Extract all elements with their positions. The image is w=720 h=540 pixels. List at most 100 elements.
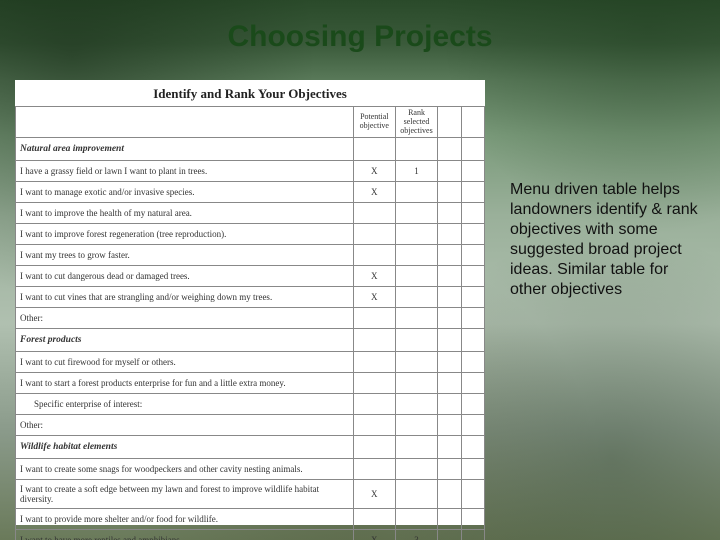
- row-desc: I want to create a soft edge between my …: [16, 480, 354, 509]
- empty-cell: [438, 182, 461, 203]
- empty-cell: [461, 287, 484, 308]
- empty-cell: [438, 373, 461, 394]
- empty-cell: [438, 436, 461, 459]
- empty-cell: [438, 530, 461, 540]
- table-row: I want to improve the health of my natur…: [16, 203, 485, 224]
- empty-cell: [353, 329, 395, 352]
- empty-cell: [461, 161, 484, 182]
- row-desc: I want to improve the health of my natur…: [16, 203, 354, 224]
- empty-cell: [438, 352, 461, 373]
- row-potential: [353, 373, 395, 394]
- empty-cell: [461, 245, 484, 266]
- col-header-potential: Potential objective: [353, 107, 395, 138]
- empty-cell: [438, 480, 461, 509]
- row-desc: I want to have more reptiles and amphibi…: [16, 530, 354, 540]
- empty-cell: [461, 352, 484, 373]
- table-row: I want to cut dangerous dead or damaged …: [16, 266, 485, 287]
- slide: Choosing Projects Identify and Rank Your…: [0, 0, 720, 540]
- row-potential: [353, 352, 395, 373]
- table-row: I have a grassy field or lawn I want to …: [16, 161, 485, 182]
- row-potential: X: [353, 530, 395, 540]
- empty-cell: [461, 373, 484, 394]
- row-rank: [395, 415, 437, 436]
- row-rank: [395, 182, 437, 203]
- row-desc: I want to cut dangerous dead or damaged …: [16, 266, 354, 287]
- row-potential: X: [353, 287, 395, 308]
- table-row: Other:: [16, 415, 485, 436]
- section-row: Natural area improvement: [16, 138, 485, 161]
- table-row: I want to manage exotic and/or invasive …: [16, 182, 485, 203]
- table-row: I want to create a soft edge between my …: [16, 480, 485, 509]
- empty-cell: [461, 224, 484, 245]
- row-potential: [353, 308, 395, 329]
- row-rank: [395, 509, 437, 530]
- empty-cell: [395, 329, 437, 352]
- empty-cell: [461, 459, 484, 480]
- page-title: Choosing Projects: [0, 20, 720, 54]
- empty-cell: [461, 266, 484, 287]
- objectives-table: Potential objective Rank selected object…: [15, 106, 485, 540]
- row-desc: I want to improve forest regeneration (t…: [16, 224, 354, 245]
- empty-cell: [438, 245, 461, 266]
- row-rank: [395, 459, 437, 480]
- empty-cell: [438, 459, 461, 480]
- table-row: I want to provide more shelter and/or fo…: [16, 509, 485, 530]
- empty-cell: [438, 138, 461, 161]
- empty-cell: [461, 138, 484, 161]
- empty-cell: [461, 436, 484, 459]
- section-name: Forest products: [16, 329, 354, 352]
- table-row: I want to start a forest products enterp…: [16, 373, 485, 394]
- table-row: I want to cut vines that are strangling …: [16, 287, 485, 308]
- row-rank: [395, 203, 437, 224]
- row-potential: X: [353, 161, 395, 182]
- row-desc: I want to manage exotic and/or invasive …: [16, 182, 354, 203]
- row-desc: Other:: [16, 308, 354, 329]
- row-desc: I want to create some snags for woodpeck…: [16, 459, 354, 480]
- empty-cell: [461, 203, 484, 224]
- empty-cell: [438, 161, 461, 182]
- empty-cell: [461, 480, 484, 509]
- table-header-row: Potential objective Rank selected object…: [16, 107, 485, 138]
- empty-cell: [438, 287, 461, 308]
- row-potential: [353, 459, 395, 480]
- section-name: Natural area improvement: [16, 138, 354, 161]
- empty-cell: [438, 415, 461, 436]
- row-potential: X: [353, 480, 395, 509]
- row-rank: 1: [395, 161, 437, 182]
- row-rank: [395, 308, 437, 329]
- table-row: I want to improve forest regeneration (t…: [16, 224, 485, 245]
- empty-cell: [438, 266, 461, 287]
- empty-cell: [461, 415, 484, 436]
- row-rank: [395, 394, 437, 415]
- row-desc: I have a grassy field or lawn I want to …: [16, 161, 354, 182]
- empty-cell: [438, 308, 461, 329]
- row-rank: [395, 266, 437, 287]
- row-potential: [353, 245, 395, 266]
- col-header-spacer: [461, 107, 484, 138]
- row-desc: Other:: [16, 415, 354, 436]
- row-desc: I want to provide more shelter and/or fo…: [16, 509, 354, 530]
- row-potential: [353, 415, 395, 436]
- row-potential: [353, 509, 395, 530]
- col-header-desc: [16, 107, 354, 138]
- table-row: Other:: [16, 308, 485, 329]
- empty-cell: [438, 329, 461, 352]
- row-rank: [395, 245, 437, 266]
- empty-cell: [461, 530, 484, 540]
- section-row: Wildlife habitat elements: [16, 436, 485, 459]
- row-rank: [395, 480, 437, 509]
- row-rank: [395, 352, 437, 373]
- row-desc: Specific enterprise of interest:: [16, 394, 354, 415]
- col-header-rank: Rank selected objectives: [395, 107, 437, 138]
- row-desc: I want to start a forest products enterp…: [16, 373, 354, 394]
- empty-cell: [353, 436, 395, 459]
- row-desc: I want to cut vines that are strangling …: [16, 287, 354, 308]
- row-rank: 3: [395, 530, 437, 540]
- empty-cell: [438, 509, 461, 530]
- empty-cell: [438, 203, 461, 224]
- table-row: I want to cut firewood for myself or oth…: [16, 352, 485, 373]
- row-rank: [395, 224, 437, 245]
- row-desc: I want to cut firewood for myself or oth…: [16, 352, 354, 373]
- empty-cell: [438, 224, 461, 245]
- row-desc: I want my trees to grow faster.: [16, 245, 354, 266]
